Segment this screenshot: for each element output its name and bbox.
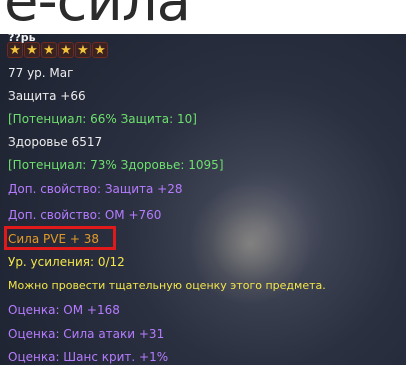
level-class: 77 ур. Маг (8, 66, 74, 80)
star-icon: ★ (58, 42, 74, 58)
right-border (406, 0, 411, 365)
rating-attack: Оценка: Сила атаки +31 (8, 327, 165, 341)
star-icon: ★ (7, 42, 23, 58)
star-rating: ★ ★ ★ ★ ★ ★ (7, 42, 108, 58)
appraisal-hint: Можно провести тщательную оценку этого п… (8, 279, 326, 292)
defense-potential: [Потенциал: 66% Защита: 10] (8, 112, 197, 126)
item-tooltip: ??рь ★ ★ ★ ★ ★ ★ 77 ур. Маг Защита +66 [… (0, 34, 406, 365)
star-icon: ★ (75, 42, 91, 58)
enhance-level: Ур. усиления: 0/12 (8, 255, 125, 269)
health-potential: [Потенциал: 73% Здоровье: 1095] (8, 158, 224, 172)
star-icon: ★ (24, 42, 40, 58)
rating-om: Оценка: ОМ +168 (8, 303, 120, 317)
extra-defense: Доп. свойство: Защита +28 (8, 182, 183, 196)
star-icon: ★ (92, 42, 108, 58)
rating-crit: Оценка: Шанс крит. +1% (8, 350, 169, 364)
overlay-title: е-сила (4, 0, 191, 34)
overlay-header: е-сила (0, 0, 411, 36)
extra-om: Доп. свойство: ОМ +760 (8, 208, 162, 222)
health-stat: Здоровье 6517 (8, 135, 103, 149)
star-icon: ★ (41, 42, 57, 58)
highlight-box (4, 226, 116, 250)
defense-stat: Защита +66 (8, 89, 86, 103)
